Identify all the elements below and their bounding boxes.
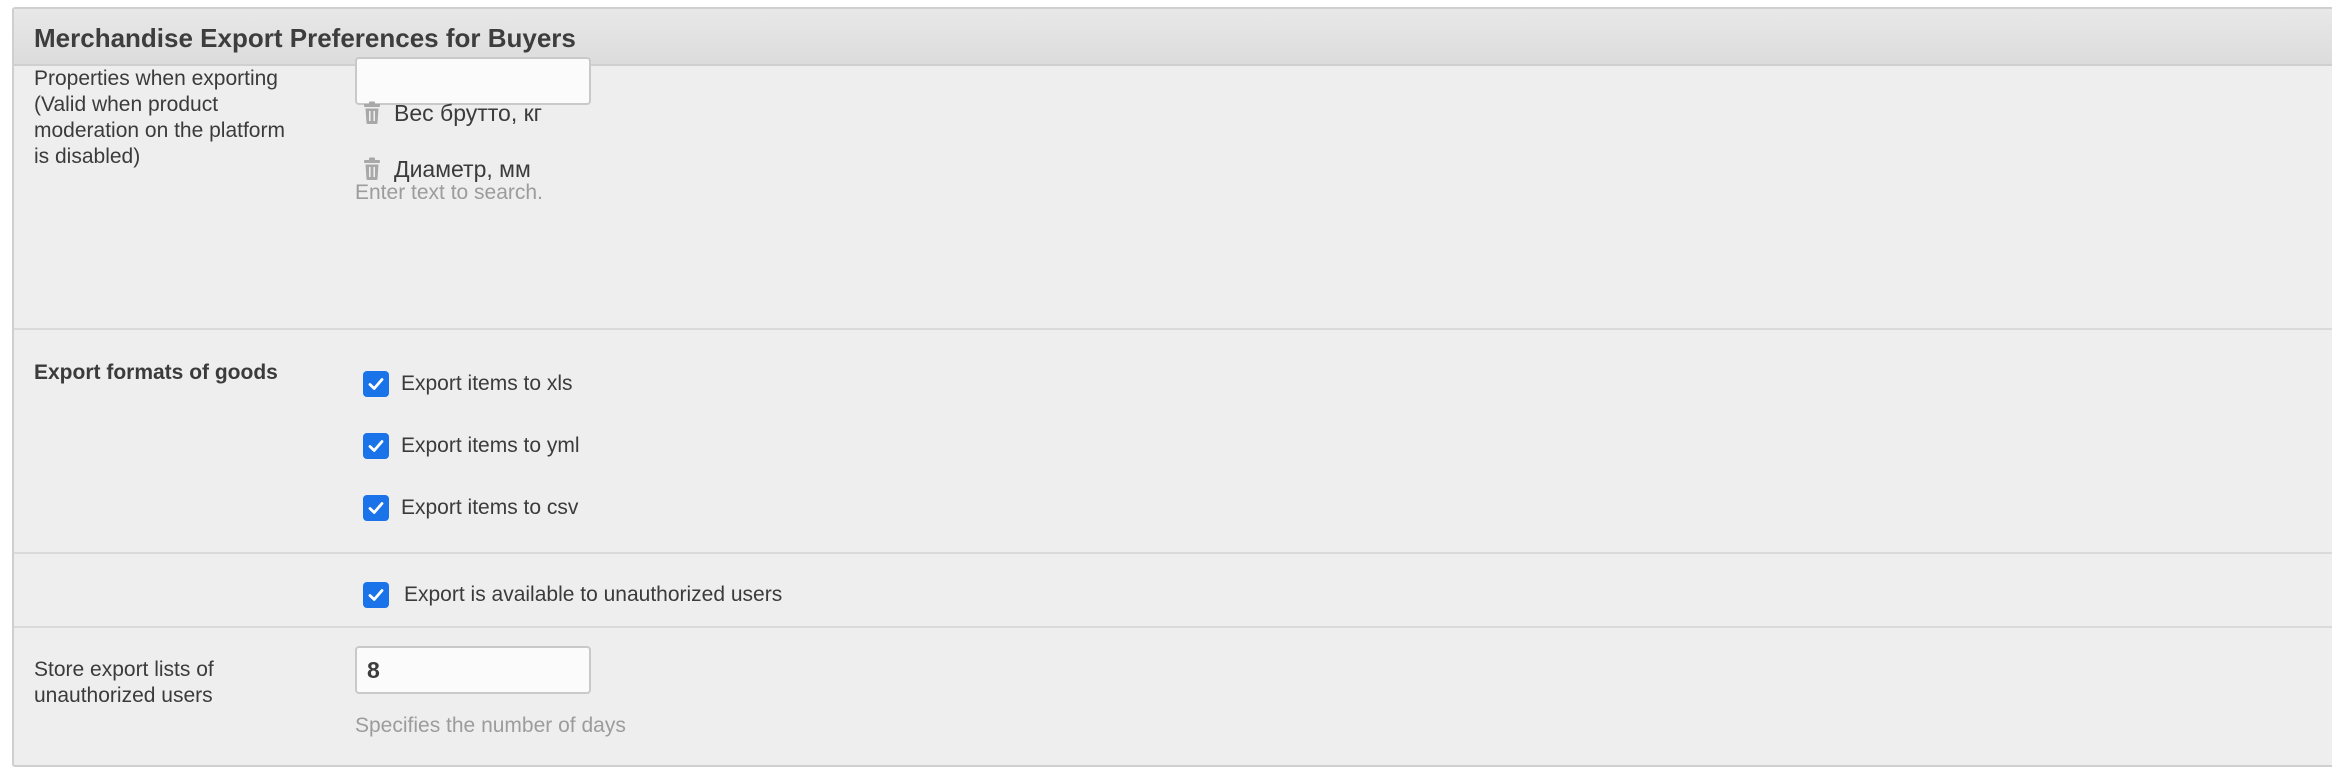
export-yml-checkbox[interactable] — [363, 433, 389, 459]
property-tag-label: Диаметр, мм — [394, 155, 531, 182]
checkmark-icon — [368, 502, 384, 514]
export-yml-label: Export items to yml — [401, 434, 580, 457]
export-yml-option[interactable]: Export items to yml — [363, 431, 580, 461]
section-divider — [14, 552, 2332, 554]
checkmark-icon — [368, 589, 384, 601]
properties-label-line: Properties when exporting — [34, 67, 278, 90]
store-days-input[interactable] — [355, 646, 591, 694]
store-lists-label: Store export lists of unauthorized users — [34, 657, 214, 709]
panel-title: Merchandise Export Preferences for Buyer… — [34, 23, 576, 53]
export-csv-checkbox[interactable] — [363, 495, 389, 521]
export-xls-option[interactable]: Export items to xls — [363, 369, 573, 399]
store-lists-hint: Specifies the number of days — [355, 714, 626, 737]
property-tag: Вес брутто, кг — [362, 98, 542, 128]
export-xls-checkbox[interactable] — [363, 371, 389, 397]
properties-label-line: moderation on the platform — [34, 119, 285, 142]
export-formats-label: Export formats of goods — [34, 361, 278, 384]
unauthorized-export-label: Export is available to unauthorized user… — [404, 583, 783, 606]
export-preferences-panel: Merchandise Export Preferences for Buyer… — [12, 7, 2332, 767]
export-xls-label: Export items to xls — [401, 372, 573, 395]
unauthorized-export-checkbox[interactable] — [363, 582, 389, 608]
property-tag-label: Вес брутто, кг — [394, 99, 543, 126]
section-divider — [14, 328, 2332, 330]
export-csv-option[interactable]: Export items to csv — [363, 493, 578, 523]
properties-label-line: is disabled) — [34, 145, 141, 168]
trash-icon[interactable] — [362, 101, 382, 125]
checkmark-icon — [368, 440, 384, 452]
property-tag: Диаметр, мм — [362, 154, 531, 184]
trash-icon[interactable] — [362, 157, 382, 181]
properties-hint: Enter text to search. — [355, 181, 543, 204]
unauthorized-export-option[interactable]: Export is available to unauthorized user… — [363, 580, 782, 610]
export-csv-label: Export items to csv — [401, 496, 579, 519]
checkmark-icon — [368, 378, 384, 390]
properties-label: Properties when exporting (Valid when pr… — [34, 66, 285, 170]
properties-label-line: (Valid when product — [34, 93, 219, 116]
store-lists-label-line: Store export lists of — [34, 658, 214, 681]
section-divider — [14, 626, 2332, 628]
store-lists-label-line: unauthorized users — [34, 684, 213, 707]
